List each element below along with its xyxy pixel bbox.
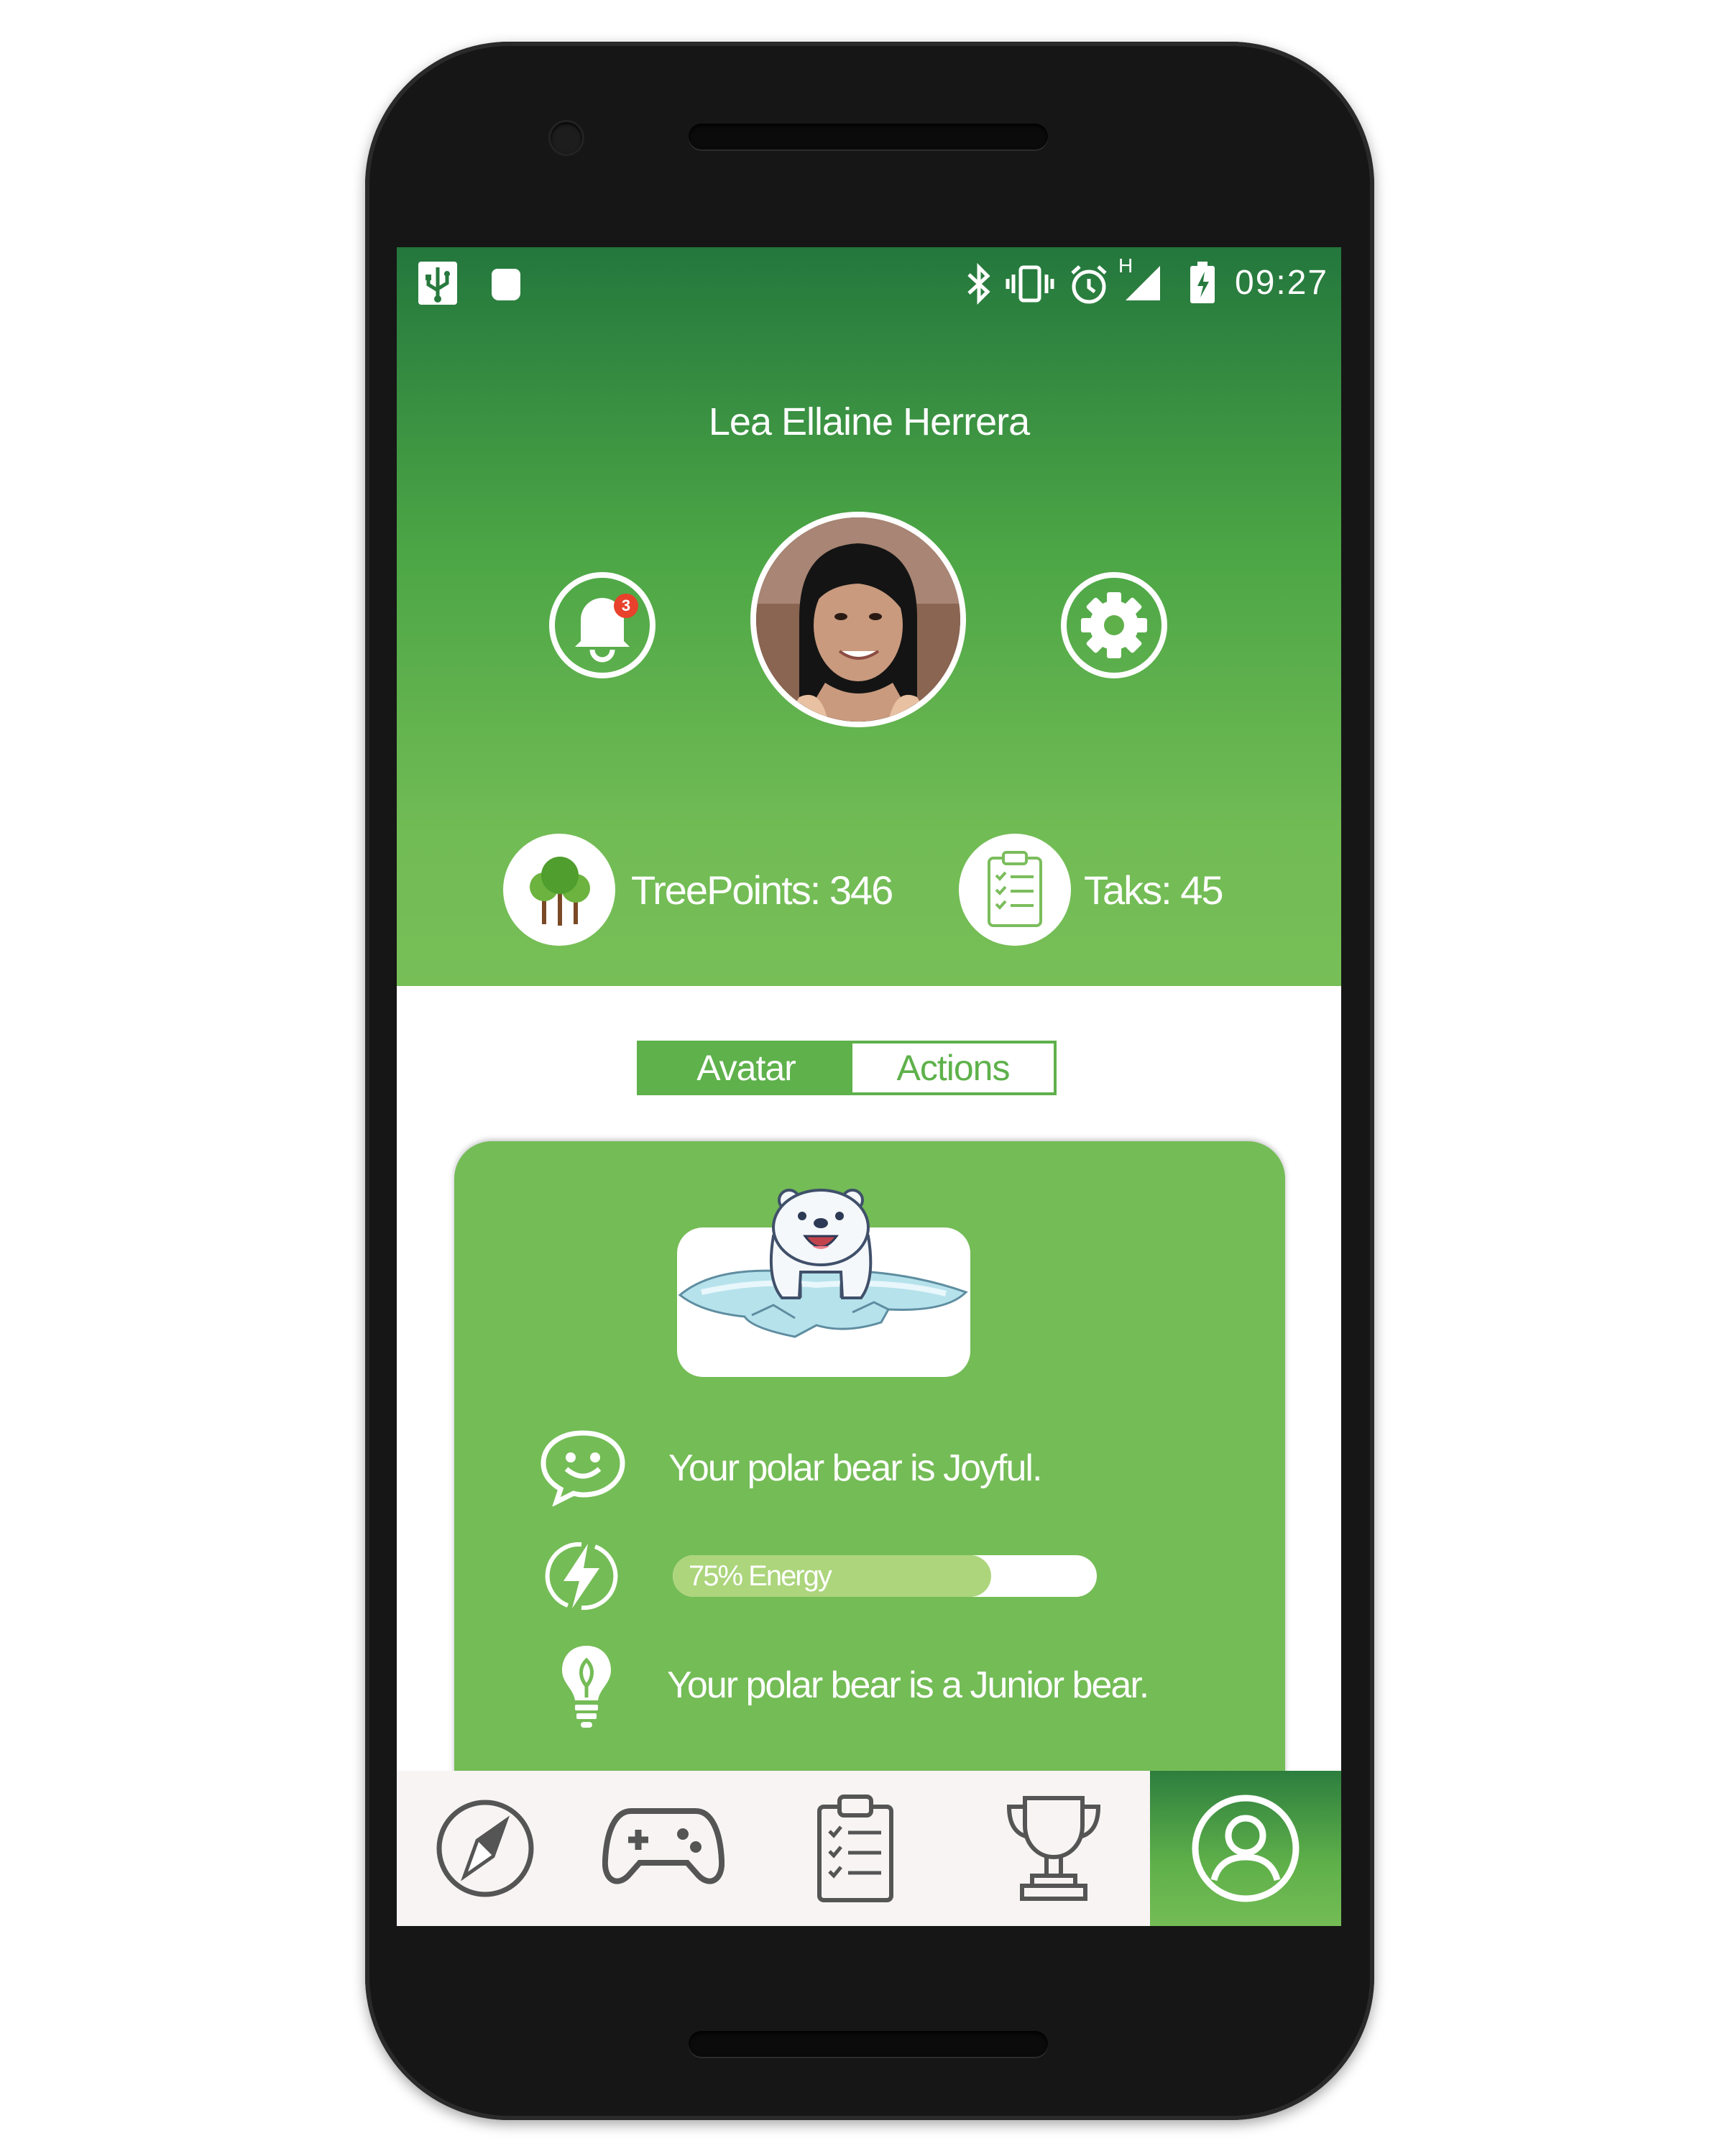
tab-avatar[interactable]: Avatar — [640, 1044, 852, 1092]
clock-time: 09:27 — [1235, 264, 1329, 302]
smile-chat-icon — [540, 1430, 625, 1506]
energy-progress-bar: 75% Energy — [673, 1555, 1097, 1597]
compass-icon — [436, 1800, 534, 1897]
android-icon — [492, 269, 520, 300]
front-camera — [551, 122, 582, 154]
bear-mood-text: Your polar bear is Joyful. — [668, 1447, 1042, 1489]
top-speaker — [689, 124, 1048, 149]
usb-icon — [418, 262, 457, 305]
nav-games[interactable] — [574, 1771, 755, 1926]
nav-profile[interactable] — [1150, 1771, 1341, 1926]
treepoints-badge — [503, 834, 615, 946]
treepoints-label: TreePoints: 346 — [631, 867, 893, 913]
clipboard-icon — [817, 1795, 893, 1902]
bottom-speaker — [689, 2031, 1048, 2057]
alarm-icon — [1068, 263, 1110, 310]
nav-leaderboard[interactable] — [957, 1771, 1150, 1926]
notifications-button[interactable]: 3 — [549, 572, 656, 678]
user-name: Lea Ellaine Herrera — [708, 400, 1030, 443]
gamepad-icon — [602, 1808, 724, 1884]
bear-rank-text: Your polar bear is a Junior bear. — [667, 1664, 1149, 1706]
notification-badge: 3 — [614, 594, 638, 618]
bell-icon — [575, 598, 630, 663]
polar-bear-illustration — [678, 1189, 968, 1338]
profile-icon — [1192, 1795, 1300, 1902]
vibrate-icon — [1005, 263, 1055, 308]
tasks-badge — [959, 834, 1071, 946]
lightning-icon — [545, 1542, 618, 1611]
bottom-navigation — [397, 1771, 1341, 1926]
trees-icon — [530, 857, 590, 926]
nav-tasks[interactable] — [755, 1771, 957, 1926]
avatar-photo — [756, 517, 960, 722]
lightbulb-icon — [562, 1646, 611, 1728]
app-screen: H 09:27 Lea Ellaine Herrera 3 TreePoints… — [397, 247, 1341, 1926]
signal-icon — [1123, 263, 1163, 307]
tasks-label: Taks: 45 — [1084, 867, 1224, 913]
nav-explore[interactable] — [397, 1771, 574, 1926]
profile-avatar[interactable] — [750, 512, 966, 727]
avatar-actions-tabs: Avatar Actions — [637, 1041, 1057, 1095]
bluetooth-icon — [963, 262, 995, 308]
tab-actions[interactable]: Actions — [852, 1044, 1054, 1092]
trophy-icon — [1006, 1796, 1101, 1901]
checklist-icon — [988, 851, 1042, 927]
energy-label: 75% Energy — [689, 1560, 832, 1592]
gear-icon — [1081, 592, 1147, 658]
battery-icon — [1189, 260, 1216, 308]
settings-button[interactable] — [1061, 572, 1167, 678]
